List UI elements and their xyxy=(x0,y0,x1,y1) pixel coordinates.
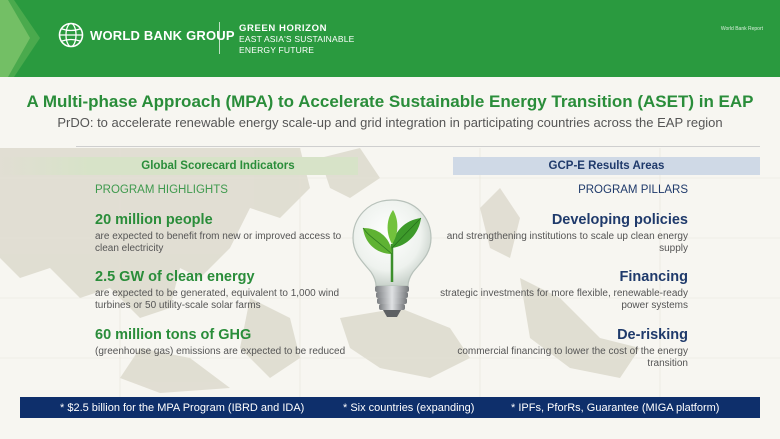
title-divider xyxy=(76,146,760,147)
pillar-description: and strengthening institutions to scale … xyxy=(446,231,688,254)
program-branding: GREEN HORIZON EAST ASIA'S SUSTAINABLE EN… xyxy=(239,23,355,56)
program-subtitle-line-2: ENERGY FUTURE xyxy=(239,45,315,55)
highlight-headline: 2.5 GW of clean energy xyxy=(95,269,255,285)
left-panel-header: Global Scorecard Indicators xyxy=(0,157,358,175)
highlight-description: are expected to benefit from new or impr… xyxy=(95,231,342,254)
program-subtitle-line-1: EAST ASIA'S SUSTAINABLE xyxy=(239,34,355,44)
header-banner: WORLD BANK GROUP GREEN HORIZON EAST ASIA… xyxy=(0,0,780,77)
footer-item: * $2.5 billion for the MPA Program (IBRD… xyxy=(60,401,305,414)
page-subtitle: PrDO: to accelerate renewable energy sca… xyxy=(57,115,723,130)
world-bank-globe-icon xyxy=(58,22,84,48)
pillar-description: strategic investments for more flexible,… xyxy=(440,288,688,311)
left-panel-header-text: Global Scorecard Indicators xyxy=(141,160,295,172)
highlight-item: 20 million people are expected to benefi… xyxy=(95,212,355,255)
highlight-description: are expected to be generated, equivalent… xyxy=(95,288,340,311)
program-pillars-column: PROGRAM PILLARS Developing policies and … xyxy=(440,184,688,369)
header-divider xyxy=(219,22,220,54)
lightbulb-leaves-icon xyxy=(352,199,432,317)
right-panel-header: GCP-E Results Areas xyxy=(453,157,760,175)
pillar-description: commercial financing to lower the cost o… xyxy=(457,346,688,369)
program-pillars-label: PROGRAM PILLARS xyxy=(578,184,688,196)
footer-item: * Six countries (expanding) xyxy=(343,401,475,414)
pillar-item: Developing policies and strengthening in… xyxy=(440,212,688,255)
page-title: A Multi-phase Approach (MPA) to Accelera… xyxy=(26,92,754,111)
program-highlights-label: PROGRAM HIGHLIGHTS xyxy=(95,184,228,196)
pillar-item: De-risking commercial financing to lower… xyxy=(440,327,688,370)
org-name: WORLD BANK GROUP xyxy=(90,27,235,43)
highlight-item: 2.5 GW of clean energy are expected to b… xyxy=(95,269,355,312)
world-bank-logo: WORLD BANK GROUP xyxy=(58,22,235,48)
footer-bar: * $2.5 billion for the MPA Program (IBRD… xyxy=(20,397,760,418)
highlight-description: (greenhouse gas) emissions are expected … xyxy=(95,346,346,357)
highlight-item: 60 million tons of GHG (greenhouse gas) … xyxy=(95,327,355,358)
highlight-headline: 60 million tons of GHG xyxy=(95,327,252,343)
pillar-item: Financing strategic investments for more… xyxy=(440,269,688,312)
report-label: World Bank Report xyxy=(720,26,763,32)
pillar-headline: Financing xyxy=(619,269,688,285)
program-highlights-column: PROGRAM HIGHLIGHTS 20 million people are… xyxy=(95,184,355,357)
program-title: GREEN HORIZON xyxy=(239,23,328,34)
header-swoosh-decoration xyxy=(0,0,40,77)
footer-item: * IPFs, PforRs, Guarantee (MIGA platform… xyxy=(511,401,720,414)
pillar-headline: Developing policies xyxy=(551,212,688,228)
pillar-headline: De-risking xyxy=(617,327,688,343)
highlight-headline: 20 million people xyxy=(95,212,213,228)
